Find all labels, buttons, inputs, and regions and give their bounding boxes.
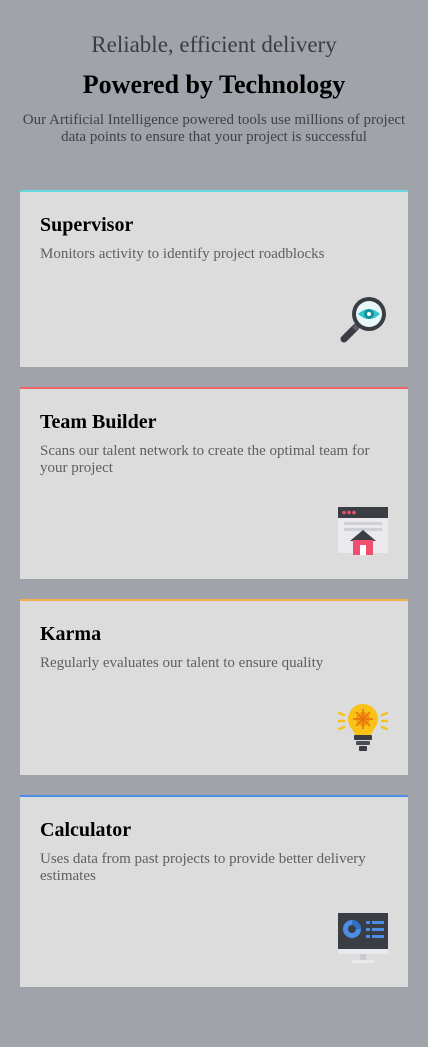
card-description: Monitors activity to identify project ro… — [40, 246, 325, 262]
card-title: Karma — [40, 623, 102, 645]
page-title: Powered by Technology — [82, 70, 346, 99]
header-description: Our Artificial Intelligence powered tool… — [22, 112, 406, 145]
card-description: Uses data from past projects to provide … — [40, 851, 366, 884]
card-description: Scans our talent network to create the o… — [40, 443, 370, 476]
card-title: Supervisor — [40, 214, 134, 236]
card-supervisor: Supervisor Monitors activity to identify… — [20, 190, 408, 367]
card-title: Team Builder — [40, 411, 157, 433]
header-subtitle: Reliable, efficient delivery — [91, 32, 337, 57]
card-calculator: Calculator Uses data from past projects … — [20, 795, 408, 987]
card-team-builder: Team Builder Scans our talent network to… — [20, 387, 408, 579]
card-title: Calculator — [40, 819, 132, 841]
feature-cards: Supervisor Monitors activity to identify… — [20, 190, 408, 1007]
lightbulb-icon — [338, 701, 388, 753]
browser-home-icon — [338, 505, 388, 557]
monitor-chart-icon — [338, 913, 388, 965]
magnifier-eye-icon — [338, 293, 388, 345]
card-karma: Karma Regularly evaluates our talent to … — [20, 599, 408, 775]
card-description: Regularly evaluates our talent to ensure… — [40, 655, 324, 671]
header: Reliable, efficient delivery Powered by … — [0, 0, 428, 146]
